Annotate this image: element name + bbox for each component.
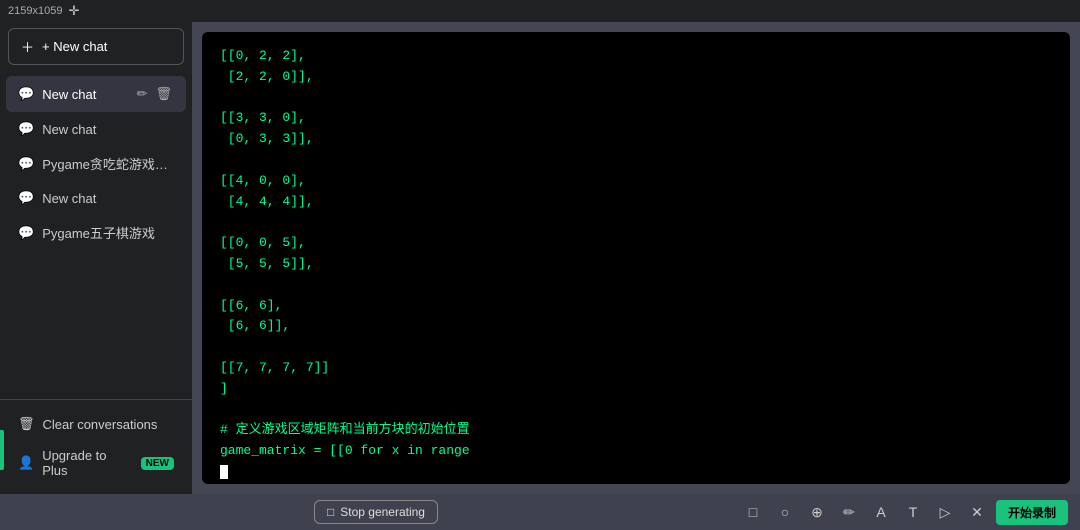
code-line: ] bbox=[220, 379, 1052, 400]
sidebar: ＋ + New chat 💬 New chat ✏ 🗑 💬 New chat 💬 bbox=[0, 22, 192, 494]
code-line: [2, 2, 0]], bbox=[220, 67, 1052, 88]
chat-icon: 💬 bbox=[18, 156, 34, 172]
sidebar-item-label: New chat bbox=[42, 191, 174, 206]
code-line bbox=[220, 212, 1052, 233]
main-layout: ＋ + New chat 💬 New chat ✏ 🗑 💬 New chat 💬 bbox=[0, 22, 1080, 494]
toolbar-circle-icon[interactable]: ○ bbox=[772, 499, 798, 525]
code-line: [4, 4, 4]], bbox=[220, 192, 1052, 213]
stop-generating-label: Stop generating bbox=[340, 505, 425, 519]
code-line: [0, 3, 3]], bbox=[220, 129, 1052, 150]
toolbar-square-icon[interactable]: □ bbox=[740, 499, 766, 525]
sidebar-item-chat1[interactable]: 💬 New chat ✏ 🗑 bbox=[6, 76, 186, 112]
new-chat-button[interactable]: ＋ + New chat bbox=[8, 28, 184, 65]
toolbar-close-icon[interactable]: ✕ bbox=[964, 499, 990, 525]
code-line: [[6, 6], bbox=[220, 296, 1052, 317]
stop-generating-button[interactable]: □ Stop generating bbox=[314, 500, 438, 524]
stop-icon: □ bbox=[327, 505, 334, 519]
sidebar-item-label: New chat bbox=[42, 87, 126, 102]
clear-conversations-button[interactable]: 🗑 Clear conversations bbox=[6, 408, 186, 440]
code-line: [6, 6]], bbox=[220, 316, 1052, 337]
toolbar-right: □ ○ ⊕ ✏ A T ▷ ✕ 开始录制 bbox=[740, 499, 1068, 525]
code-line: [[0, 0, 5], bbox=[220, 233, 1052, 254]
upgrade-to-plus-button[interactable]: 👤 Upgrade to Plus NEW bbox=[6, 440, 186, 486]
green-indicator-bar bbox=[0, 430, 4, 470]
sidebar-item-chat5[interactable]: 💬 Pygame五子棋游戏 bbox=[6, 215, 186, 250]
new-chat-button-label: + New chat bbox=[42, 39, 107, 54]
sidebar-item-label: Pygame五子棋游戏 bbox=[42, 223, 174, 242]
delete-icon[interactable]: 🗑 bbox=[153, 84, 174, 104]
cursor bbox=[220, 465, 228, 479]
code-line: game_matrix = [[0 for x in range bbox=[220, 441, 1052, 462]
sidebar-item-chat4[interactable]: 💬 New chat bbox=[6, 182, 186, 214]
chat-icon: 💬 bbox=[18, 86, 34, 102]
clear-conversations-label: Clear conversations bbox=[43, 417, 158, 432]
toolbar-text-icon[interactable]: A bbox=[868, 499, 894, 525]
sidebar-item-label: Pygame贪吃蛇游戏代码 bbox=[42, 154, 174, 173]
new-badge: NEW bbox=[141, 457, 174, 470]
content-area: [[0, 2, 2], [2, 2, 0]], [[3, 3, 0], [0, … bbox=[192, 22, 1080, 494]
top-bar-icon: ✛ bbox=[68, 3, 79, 19]
sidebar-items: 💬 New chat ✏ 🗑 💬 New chat 💬 Pygame贪吃蛇游戏代… bbox=[0, 71, 192, 399]
chat-icon: 💬 bbox=[18, 225, 34, 241]
trash-icon: 🗑 bbox=[18, 416, 35, 432]
code-line: [[4, 0, 0], bbox=[220, 171, 1052, 192]
code-line: [[0, 2, 2], bbox=[220, 46, 1052, 67]
top-bar-title: 2159x1059 bbox=[8, 5, 62, 17]
code-line bbox=[220, 88, 1052, 109]
code-comment: # 定义游戏区域矩阵和当前方块的初始位置 bbox=[220, 420, 1052, 441]
user-icon: 👤 bbox=[18, 455, 34, 471]
chat-icon: 💬 bbox=[18, 190, 34, 206]
plus-icon: ＋ bbox=[21, 37, 34, 56]
code-line bbox=[220, 400, 1052, 421]
toolbar-pen-icon[interactable]: ✏ bbox=[836, 499, 862, 525]
code-container[interactable]: [[0, 2, 2], [2, 2, 0]], [[3, 3, 0], [0, … bbox=[202, 32, 1070, 484]
code-line: [[3, 3, 0], bbox=[220, 108, 1052, 129]
start-recording-button[interactable]: 开始录制 bbox=[996, 500, 1068, 525]
code-line bbox=[220, 337, 1052, 358]
bottom-bar: □ Stop generating □ ○ ⊕ ✏ A T ▷ ✕ 开始录制 bbox=[0, 494, 1080, 530]
sidebar-item-chat3[interactable]: 💬 Pygame贪吃蛇游戏代码 bbox=[6, 146, 186, 181]
top-bar: 2159x1059 ✛ bbox=[0, 0, 1080, 22]
sidebar-item-chat2[interactable]: 💬 New chat bbox=[6, 113, 186, 145]
toolbar-play-icon[interactable]: ▷ bbox=[932, 499, 958, 525]
toolbar-type-icon[interactable]: T bbox=[900, 499, 926, 525]
toolbar-crosshair-icon[interactable]: ⊕ bbox=[804, 499, 830, 525]
chat-icon: 💬 bbox=[18, 121, 34, 137]
code-line: [[7, 7, 7, 7]] bbox=[220, 358, 1052, 379]
item-actions: ✏ 🗑 bbox=[135, 84, 174, 104]
code-cursor-line bbox=[220, 462, 1052, 483]
upgrade-to-plus-label: Upgrade to Plus bbox=[42, 448, 132, 478]
code-line bbox=[220, 275, 1052, 296]
edit-icon[interactable]: ✏ bbox=[135, 84, 150, 104]
sidebar-bottom: 🗑 Clear conversations 👤 Upgrade to Plus … bbox=[0, 399, 192, 494]
sidebar-item-label: New chat bbox=[42, 122, 174, 137]
code-line bbox=[220, 150, 1052, 171]
code-line: [5, 5, 5]], bbox=[220, 254, 1052, 275]
